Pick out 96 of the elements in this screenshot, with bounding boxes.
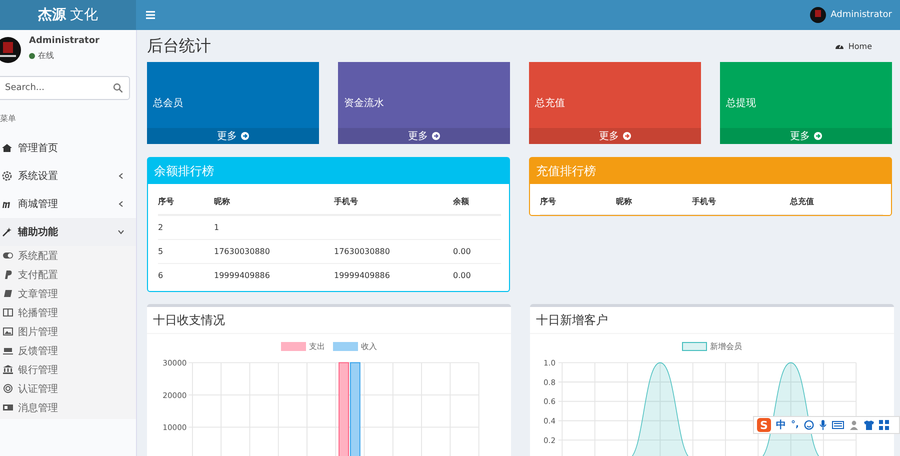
column-header: 序号 — [158, 196, 175, 206]
ime-language[interactable]: 中 — [776, 418, 786, 432]
arrow-circle-icon — [432, 132, 440, 140]
search-field[interactable]: Search... — [0, 76, 130, 100]
arrow-circle-icon — [814, 132, 822, 140]
chevron-icon — [118, 201, 124, 207]
bank-icon — [3, 365, 13, 374]
menu-item[interactable]: 辅助功能 — [0, 218, 136, 246]
ime-punctuation[interactable]: °, — [791, 420, 799, 430]
submenu-item[interactable]: 反馈管理 — [0, 341, 136, 360]
table-cell-text: 2 — [158, 223, 164, 232]
image-icon — [3, 327, 13, 336]
submenu-item[interactable]: 轮播管理 — [0, 303, 136, 322]
smiley-icon[interactable] — [804, 420, 814, 430]
stat-label: 总会员 — [153, 96, 183, 110]
badge-icon — [3, 384, 13, 393]
submenu-item[interactable]: 图片管理 — [0, 322, 136, 341]
more-link[interactable]: 更多 — [720, 128, 892, 144]
columns-icon — [3, 308, 13, 317]
axis-tick-label: 0.2 — [543, 436, 556, 445]
column-header: 手机号 — [692, 196, 717, 206]
table-cell-text: 1 — [214, 223, 220, 232]
more-link[interactable]: 更多 — [147, 128, 319, 144]
column-header: 余额 — [453, 196, 470, 206]
message-icon — [3, 403, 13, 412]
avatar-icon[interactable] — [810, 7, 826, 23]
pay-icon — [3, 270, 13, 279]
table-cell-text: 17630030880 — [214, 247, 271, 256]
table-cell-text: 19999409886 — [334, 271, 391, 280]
axis-tick-label: 0.4 — [543, 416, 556, 426]
panel-title: 充值排行榜 — [536, 162, 596, 180]
more-link[interactable]: 更多 — [338, 128, 510, 144]
chevron-icon — [118, 229, 124, 235]
submenu-item[interactable]: 支付配置 — [0, 265, 136, 284]
column-header: 总充值 — [790, 196, 815, 206]
table-cell-text: 0.00 — [453, 271, 472, 280]
stat-label: 资金流水 — [344, 96, 384, 110]
dashboard-icon — [835, 42, 844, 50]
chevron-icon — [118, 173, 124, 179]
gear-icon — [2, 171, 12, 181]
legend-label: 支出 — [309, 340, 325, 352]
grid-icon[interactable] — [878, 420, 889, 430]
more-link[interactable]: 更多 — [529, 128, 701, 144]
axis-tick-label: 0.8 — [543, 378, 556, 387]
table-cell-text: 5 — [158, 247, 164, 256]
axis-tick-label: 10000 — [162, 423, 187, 432]
submenu-item[interactable]: 消息管理 — [0, 398, 136, 417]
panel-title: 十日新增客户 — [536, 312, 608, 328]
menu-item[interactable]: 商城管理 — [0, 190, 136, 218]
arrow-circle-icon — [623, 132, 631, 140]
logo-text[interactable]: 杰源 文化 — [38, 6, 98, 24]
axis-tick-label: 20000 — [162, 390, 187, 400]
doc-icon — [3, 289, 13, 298]
keyboard-icon[interactable] — [832, 421, 844, 429]
toggle-icon — [3, 251, 13, 260]
table-cell-text: 0.00 — [453, 247, 472, 256]
avatar-icon — [0, 37, 21, 63]
arrow-circle-icon — [241, 132, 249, 140]
column-header: 昵称 — [214, 196, 231, 206]
m-icon — [2, 199, 12, 209]
status-text: 在线 — [38, 50, 54, 61]
submenu-item[interactable]: 认证管理 — [0, 379, 136, 398]
column-header: 序号 — [540, 196, 557, 206]
submenu-item[interactable]: 银行管理 — [0, 360, 136, 379]
menu-header: 菜单 — [0, 113, 17, 124]
home-icon — [2, 143, 12, 153]
table-cell-text: 19999409886 — [214, 271, 271, 280]
submenu-item[interactable]: 文章管理 — [0, 284, 136, 303]
table-cell-text: 6 — [158, 271, 164, 280]
panel-title: 十日收支情况 — [153, 312, 225, 328]
ime-logo[interactable]: S — [757, 418, 771, 432]
breadcrumb-link[interactable]: Home — [848, 42, 872, 50]
feedback-icon — [3, 346, 13, 355]
legend-label: 新增会员 — [710, 340, 742, 352]
menu-icon[interactable] — [146, 11, 155, 19]
column-header: 昵称 — [616, 196, 633, 206]
axis-tick-label: 30000 — [162, 358, 187, 368]
legend-label: 收入 — [361, 340, 377, 352]
menu-item[interactable]: 管理首页 — [0, 134, 136, 162]
user-name[interactable]: Administrator — [830, 10, 892, 20]
table-cell-text: 17630030880 — [334, 247, 391, 256]
axis-tick-label: 0.6 — [543, 397, 556, 406]
page-title: 后台统计 — [147, 36, 212, 56]
user-name: Administrator — [29, 36, 100, 46]
menu-item[interactable]: 系统设置 — [0, 162, 136, 190]
shirt-icon[interactable] — [864, 420, 874, 430]
axis-tick-label: 1.0 — [543, 358, 556, 368]
column-header: 手机号 — [334, 196, 359, 206]
search-icon[interactable] — [113, 83, 123, 93]
panel-title: 余额排行榜 — [154, 162, 214, 180]
microphone-icon[interactable] — [818, 420, 827, 430]
wand-icon — [2, 227, 12, 237]
stat-label: 总提现 — [726, 96, 756, 110]
stat-label: 总充值 — [535, 96, 565, 110]
person-icon[interactable] — [848, 420, 859, 430]
submenu-item[interactable]: 系统配置 — [0, 246, 136, 265]
